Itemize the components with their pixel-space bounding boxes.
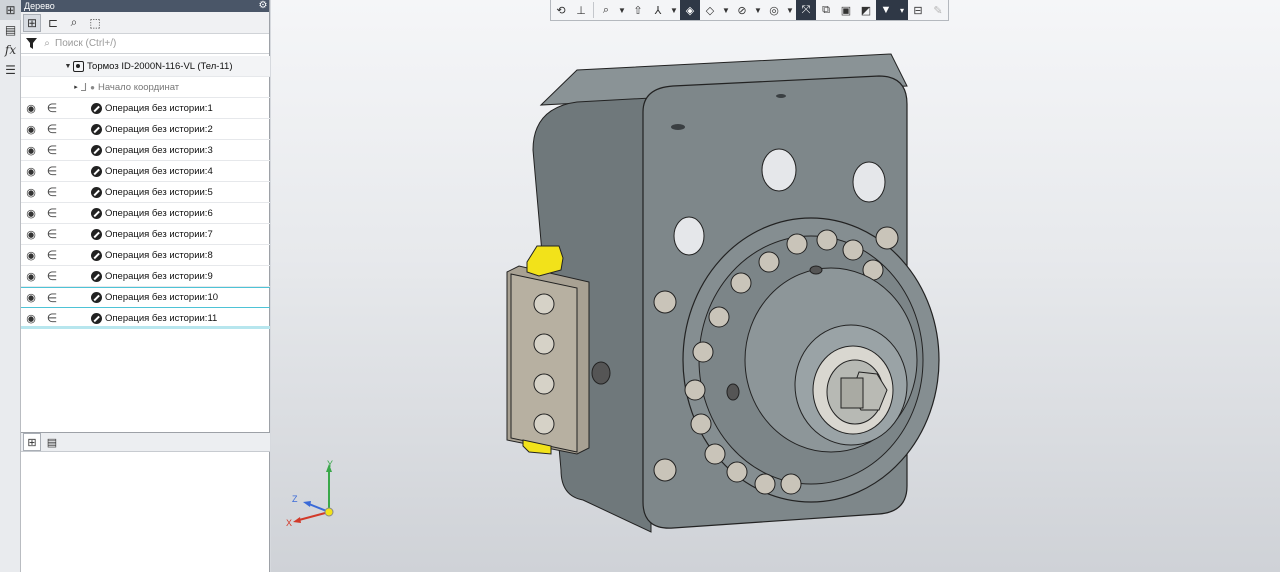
search-row: ⌕ [21, 34, 269, 54]
filter-icon[interactable] [21, 34, 41, 54]
tree-operation-label: Операция без истории:9 [105, 270, 213, 282]
shaft [840, 377, 864, 409]
axis-triad: Y Z X [286, 459, 334, 528]
eye-icon[interactable]: ◉ [21, 203, 41, 224]
small-boss [809, 265, 823, 275]
model-tree: ▼ Тормоз ID-2000N-116-VL (Тел-11) ▸ ⅃ ● … [21, 56, 270, 329]
tree-origin-label: Начало координат [97, 81, 180, 93]
tree-operation-row[interactable]: ◉ ∈ Операция без истории:1 [21, 98, 270, 119]
tree-operation-label: Операция без истории:1 [105, 102, 213, 114]
operation-icon [91, 102, 102, 114]
tree-operation-row[interactable]: ◉ ∈ Операция без истории:9 [21, 266, 270, 287]
eye-icon[interactable]: ◉ [21, 182, 41, 203]
axis-z-label: Z [292, 494, 298, 504]
tree-operation-label: Операция без истории:6 [105, 207, 213, 219]
origin-dot-icon: ● [90, 82, 95, 92]
top-hole [671, 124, 685, 130]
belongs-icon[interactable]: ∈ [41, 245, 63, 266]
tree-operation-row[interactable]: ◉ ∈ Операция без истории:2 [21, 119, 270, 140]
operation-icon [91, 144, 102, 156]
operation-icon [91, 312, 102, 324]
search-icon: ⌕ [44, 38, 50, 49]
tree-operation-label: Операция без истории:4 [105, 165, 213, 177]
panel-title: Дерево [24, 1, 55, 11]
properties-tab-icon[interactable]: ▤ [43, 433, 61, 451]
operation-icon [91, 292, 102, 303]
tree-operation-label: Операция без истории:7 [105, 228, 213, 240]
operation-icon [91, 228, 102, 240]
tree-operation-row[interactable]: ◉ ∈ Операция без истории:10 [21, 287, 270, 308]
eye-icon[interactable]: ◉ [21, 266, 41, 287]
belongs-icon[interactable]: ∈ [41, 161, 63, 182]
origin-axes-icon: ⅃ [81, 81, 88, 94]
tree-operation-label: Операция без истории:8 [105, 249, 213, 261]
belongs-icon[interactable]: ∈ [41, 140, 63, 161]
tree-structure-icon[interactable]: ⊞ [23, 13, 41, 32]
tree-drop-indicator [21, 326, 270, 329]
plate-hole [852, 161, 886, 203]
tree-operation-row[interactable]: ◉ ∈ Операция без истории:5 [21, 182, 270, 203]
brake-model[interactable] [271, 0, 1280, 572]
operation-icon [91, 270, 102, 282]
fx-icon[interactable]: fx [0, 40, 21, 60]
layers-icon[interactable]: ☰ [0, 60, 21, 80]
tree-operation-row[interactable]: ◉ ∈ Операция без истории:8 [21, 245, 270, 266]
operation-icon [91, 165, 102, 177]
tree-operation-label: Операция без истории:5 [105, 186, 213, 198]
gear-icon[interactable]: ⚙ [257, 0, 269, 12]
belongs-icon[interactable]: ∈ [41, 203, 63, 224]
tree-operation-row[interactable]: ◉ ∈ Операция без истории:3 [21, 140, 270, 161]
axis-y-label: Y [327, 459, 333, 469]
eye-icon[interactable]: ◉ [21, 224, 41, 245]
panel-bottom-tabs: ⊞ ▤ [21, 432, 270, 452]
collapse-triangle-icon[interactable]: ▼ [63, 63, 73, 70]
tree-operation-row[interactable]: ◉ ∈ Операция без истории:6 [21, 203, 270, 224]
operation-icon [91, 249, 102, 261]
eye-icon[interactable]: ◉ [21, 245, 41, 266]
tree-operation-row[interactable]: ◉ ∈ Операция без истории:4 [21, 161, 270, 182]
belongs-icon[interactable]: ∈ [41, 98, 63, 119]
eye-icon[interactable]: ◉ [21, 161, 41, 182]
top-hole [776, 94, 786, 98]
eye-icon[interactable]: ◉ [21, 119, 41, 140]
tree-origin-row[interactable]: ▸ ⅃ ● Начало координат [21, 77, 270, 98]
plate-hole [761, 148, 797, 192]
tree-operation-row[interactable]: ◉ ∈ Операция без истории:7 [21, 224, 270, 245]
belongs-icon[interactable]: ∈ [41, 287, 63, 308]
belongs-icon[interactable]: ∈ [41, 119, 63, 140]
belongs-icon[interactable]: ∈ [41, 224, 63, 245]
operation-icon [91, 186, 102, 198]
tree-operation-label: Операция без истории:2 [105, 123, 213, 135]
find-icon[interactable]: ⌕ [65, 14, 83, 32]
tree-root-row[interactable]: ▼ Тормоз ID-2000N-116-VL (Тел-11) [21, 56, 270, 77]
search-input[interactable] [53, 34, 269, 53]
belongs-icon[interactable]: ∈ [41, 266, 63, 287]
panel-toolbar: ⊞ ⊏ ⌕ ⬚ [21, 12, 269, 34]
tree-root-label: Тормоз ID-2000N-116-VL (Тел-11) [87, 60, 233, 72]
part-icon [73, 60, 84, 72]
select-icon[interactable]: ⬚ [86, 14, 104, 32]
tree-operation-label: Операция без истории:11 [105, 312, 218, 324]
small-boss [726, 383, 740, 401]
expand-triangle-icon[interactable]: ▸ [71, 83, 81, 91]
small-boss [591, 361, 611, 385]
tree-assembly-icon[interactable]: ⊏ [44, 14, 62, 32]
operation-icon [91, 207, 102, 219]
3d-viewport[interactable]: ⟲ ⊥ ⌕ ▼ ⇧ ⅄ ▼ ◈ ◇ ▼ ⊘ ▼ ◎ ▼ ⤧ ⧉ ▣ ◩ ▼ ▾ … [271, 0, 1280, 572]
tree-icon[interactable]: ⊞ [0, 0, 21, 20]
tree-operation-label: Операция без истории:3 [105, 144, 213, 156]
eye-icon[interactable]: ◉ [21, 140, 41, 161]
panel-title-bar: Дерево ⚙ [21, 0, 269, 12]
eye-icon[interactable]: ◉ [21, 98, 41, 119]
tree-panel: Дерево ⚙ ⊞ ⊏ ⌕ ⬚ ⌕ ▼ Тормоз ID-2000N-116… [21, 0, 270, 572]
axis-x-label: X [286, 518, 292, 528]
properties-icon[interactable]: ▤ [0, 20, 21, 40]
tree-tab-icon[interactable]: ⊞ [23, 433, 41, 451]
operation-icon [91, 123, 102, 135]
plate-hole [673, 216, 705, 256]
tree-operation-label: Операция без истории:10 [105, 292, 219, 303]
belongs-icon[interactable]: ∈ [41, 182, 63, 203]
eye-icon[interactable]: ◉ [21, 287, 41, 308]
left-icon-strip: ⊞ ▤ fx ☰ [0, 0, 21, 572]
